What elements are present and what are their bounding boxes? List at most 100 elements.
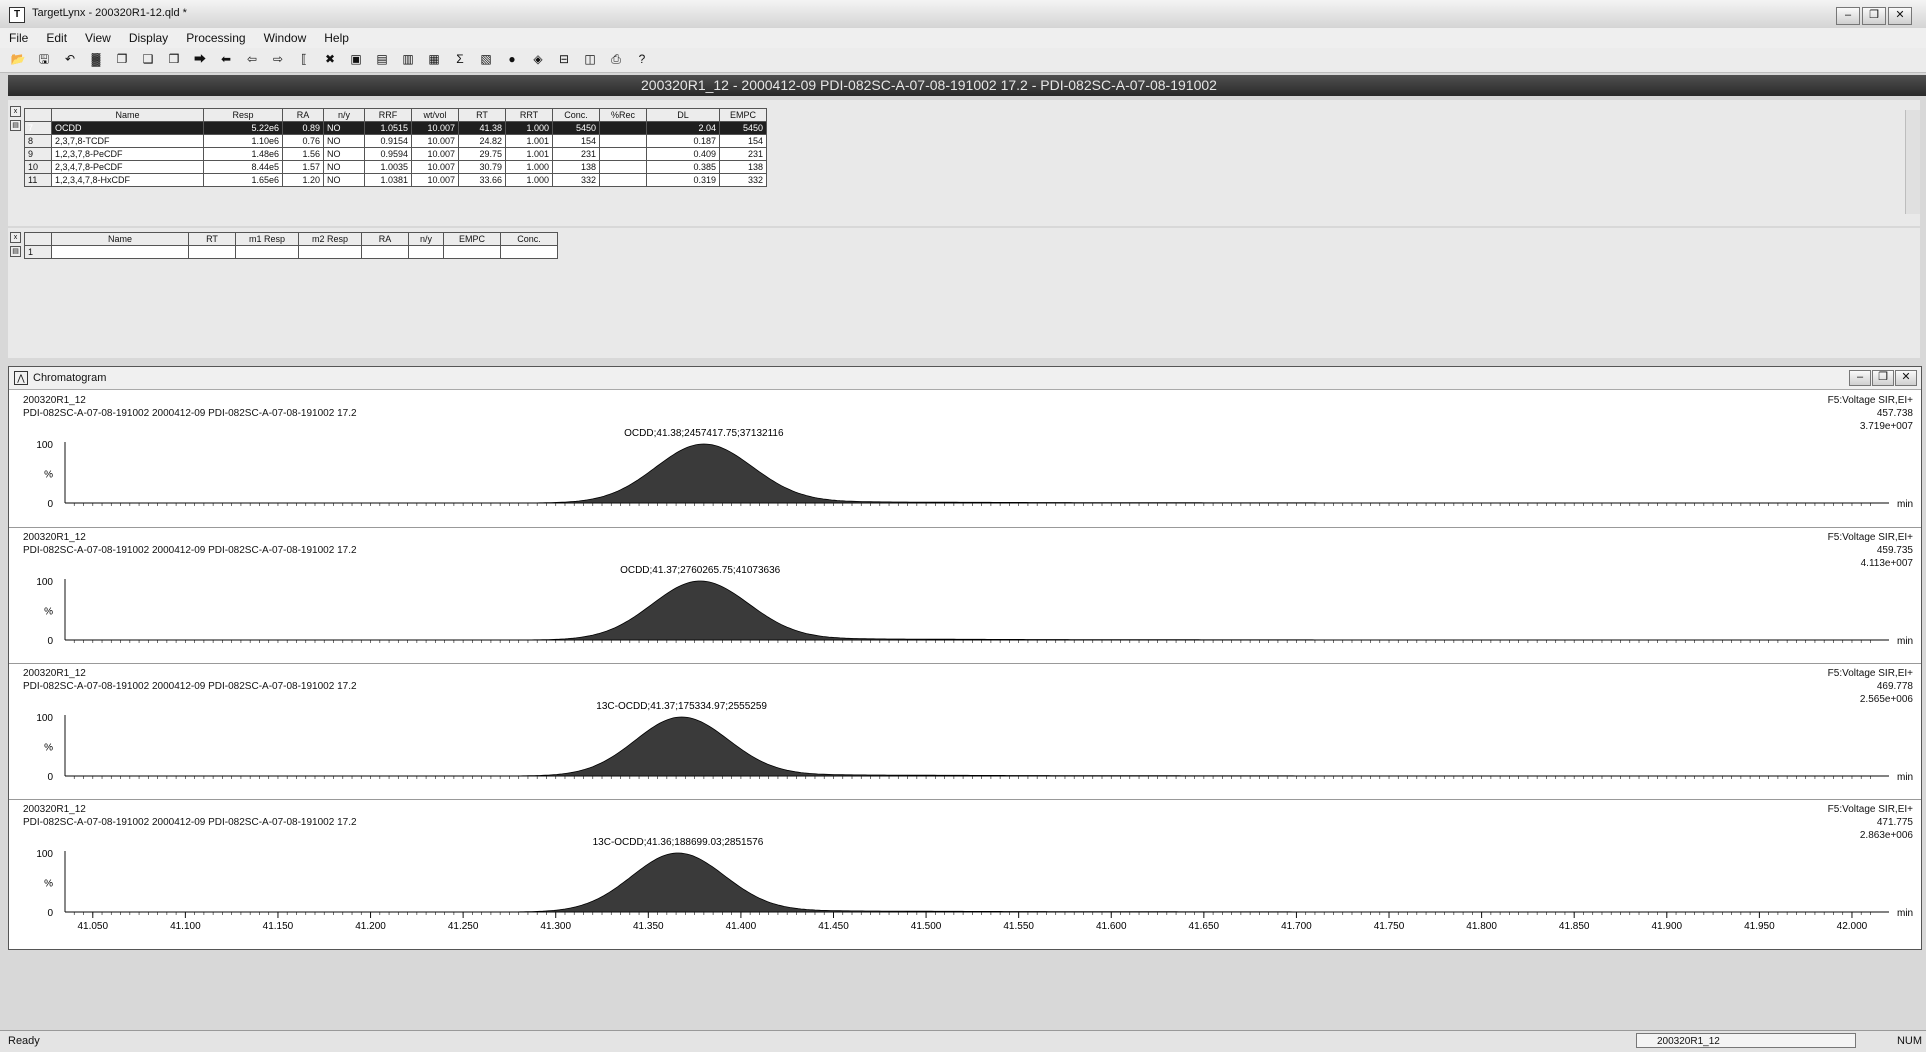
compound-cell-ny: NO	[323, 160, 365, 174]
peak-column-header[interactable]: n/y	[408, 232, 444, 246]
view-icon-1[interactable]: ▣	[348, 51, 364, 67]
compound-cell-rec	[599, 160, 647, 174]
compound-cell-rec	[599, 121, 647, 135]
menu-view[interactable]: View	[76, 28, 120, 48]
print-preview-icon[interactable]: ❒	[166, 51, 182, 67]
compound-column-header[interactable]: wt/vol	[411, 108, 459, 122]
peak-column-header[interactable]: Name	[51, 232, 189, 246]
menu-edit[interactable]: Edit	[37, 28, 76, 48]
y-axis-label: %	[44, 470, 53, 481]
compound-column-header[interactable]: %Rec	[599, 108, 647, 122]
compound-row[interactable]: 8 2,3,7,8-TCDF 1.10e6 0.76 NO 0.9154 10.007 24.…	[24, 134, 767, 148]
compound-row[interactable]: 10 2,3,4,7,8-PeCDF 8.44e5 1.57 NO 1.0035 10.00…	[24, 160, 767, 174]
split-h-icon[interactable]: ⊟	[556, 51, 572, 67]
chromatogram-close-button[interactable]: ✕	[1895, 370, 1917, 386]
peak-column-header[interactable]	[24, 232, 52, 246]
peak-remove-icon[interactable]: ⬅	[218, 51, 234, 67]
close-button[interactable]: ✕	[1888, 7, 1912, 25]
chart-icon[interactable]: ▓	[88, 51, 104, 67]
menu-display[interactable]: Display	[120, 28, 177, 48]
trace-peak[interactable]	[65, 443, 1889, 504]
compound-column-header[interactable]: EMPC	[719, 108, 767, 122]
pane-close-icon[interactable]: x	[10, 106, 21, 117]
pane-menu-icon[interactable]: ▤	[10, 120, 21, 131]
compound-column-header[interactable]: RRF	[364, 108, 412, 122]
compound-column-header[interactable]: n/y	[323, 108, 365, 122]
bracket-icon[interactable]: ⟦	[296, 51, 312, 67]
menu-window[interactable]: Window	[255, 28, 316, 48]
split-v-icon[interactable]: ◫	[582, 51, 598, 67]
open-icon[interactable]: 📂	[10, 51, 26, 67]
x-tick-label: 41.100	[170, 921, 201, 932]
help-icon[interactable]: ?	[634, 51, 650, 67]
pane-menu-icon[interactable]: ▤	[10, 246, 21, 257]
x-tick-label: 41.300	[540, 921, 571, 932]
compound-cell-empc: 154	[719, 134, 767, 148]
peak-column-header[interactable]: m1 Resp	[235, 232, 299, 246]
trace-peak[interactable]	[65, 716, 1889, 777]
peak-column-header[interactable]: m2 Resp	[298, 232, 362, 246]
view-icon-2[interactable]: ▤	[374, 51, 390, 67]
trace-peak[interactable]	[65, 580, 1889, 641]
compound-column-header[interactable]: DL	[646, 108, 720, 122]
status-document: 200320R1_12	[1636, 1033, 1856, 1048]
print-icon[interactable]: ⎙	[608, 51, 624, 67]
undo-icon[interactable]: ↶	[62, 51, 78, 67]
compound-column-header[interactable]: RA	[282, 108, 324, 122]
chromatogram-restore-button[interactable]: ❐	[1872, 370, 1894, 386]
paste-icon[interactable]: ❑	[140, 51, 156, 67]
compound-table-scrollbar[interactable]	[1905, 110, 1920, 214]
compound-cell-dl: 0.409	[646, 147, 720, 161]
chromatogram-trace-panel: 200320R1_12 PDI-082SC-A-07-08-191002 2000…	[9, 527, 1921, 661]
compound-cell-resp: 8.44e5	[203, 160, 283, 174]
menu-file[interactable]: File	[0, 28, 37, 48]
view-icon-3[interactable]: ▥	[400, 51, 416, 67]
x-tick-label: 41.800	[1466, 921, 1497, 932]
sum-icon[interactable]: Σ	[452, 51, 468, 67]
arrow-right-icon[interactable]: ⇨	[270, 51, 286, 67]
x-tick-label: 41.200	[355, 921, 386, 932]
peak-row[interactable]: 1	[24, 245, 558, 259]
save-icon[interactable]: 🖫	[36, 51, 52, 67]
menu-processing[interactable]: Processing	[177, 28, 254, 48]
peak-column-header[interactable]: RA	[361, 232, 409, 246]
copy-icon[interactable]: ❐	[114, 51, 130, 67]
compound-cell-rrt: 1.001	[505, 134, 553, 148]
x-tick-label: 41.250	[448, 921, 479, 932]
book-icon[interactable]: ▧	[478, 51, 494, 67]
compound-column-header[interactable]	[24, 108, 52, 122]
compound-column-header[interactable]: RT	[458, 108, 506, 122]
y-axis-label: 100	[36, 713, 53, 724]
compound-cell-rt: 29.75	[458, 147, 506, 161]
compound-row[interactable]: 7 OCDD 5.22e6 0.89 NO 1.0515 10.007 41.38 1.000 5…	[24, 121, 767, 135]
compound-cell-ra: 0.76	[282, 134, 324, 148]
minimize-button[interactable]: –	[1836, 7, 1860, 25]
peak-column-header[interactable]: EMPC	[443, 232, 501, 246]
circle-icon[interactable]: ●	[504, 51, 520, 67]
compound-column-header[interactable]: Conc.	[552, 108, 600, 122]
pane-close-icon[interactable]: x	[10, 232, 21, 243]
view-icon-4[interactable]: ▦	[426, 51, 442, 67]
compound-row[interactable]: 9 1,2,3,7,8-PeCDF 1.48e6 1.56 NO 0.9594 10.007…	[24, 147, 767, 161]
palette-icon[interactable]: ◈	[530, 51, 546, 67]
compound-column-header[interactable]: RRT	[505, 108, 553, 122]
peak-column-header[interactable]: RT	[188, 232, 236, 246]
x-tick-label: 41.500	[911, 921, 942, 932]
compound-cell-idx: 8	[24, 134, 52, 148]
peak-add-icon[interactable]: ⮕	[192, 51, 208, 67]
peak-column-header[interactable]: Conc.	[500, 232, 558, 246]
arrow-left-icon[interactable]: ⇦	[244, 51, 260, 67]
toolbar: 📂 🖫 ↶ ▓ ❐ ❑ ❒ ⮕ ⬅ ⇦ ⇨ ⟦ ✖ ▣ ▤ ▥ ▦ Σ ▧ ● ◈ ⊟ ◫ ⎙?	[0, 48, 1926, 73]
compound-cell-conc: 154	[552, 134, 600, 148]
chromatogram-minimize-button[interactable]: –	[1849, 370, 1871, 386]
trace-peak[interactable]	[65, 852, 1889, 913]
compound-cell-conc: 231	[552, 147, 600, 161]
compound-column-header[interactable]: Name	[51, 108, 204, 122]
compound-row[interactable]: 11 1,2,3,4,7,8-HxCDF 1.65e6 1.20 NO 1.0381 10.…	[24, 173, 767, 187]
zoom-fit-icon[interactable]: ✖	[322, 51, 338, 67]
compound-column-header[interactable]: Resp	[203, 108, 283, 122]
restore-button[interactable]: ❐	[1862, 7, 1886, 25]
menu-help[interactable]: Help	[315, 28, 358, 48]
compound-cell-resp: 1.10e6	[203, 134, 283, 148]
peak-cell-ny	[408, 245, 444, 259]
